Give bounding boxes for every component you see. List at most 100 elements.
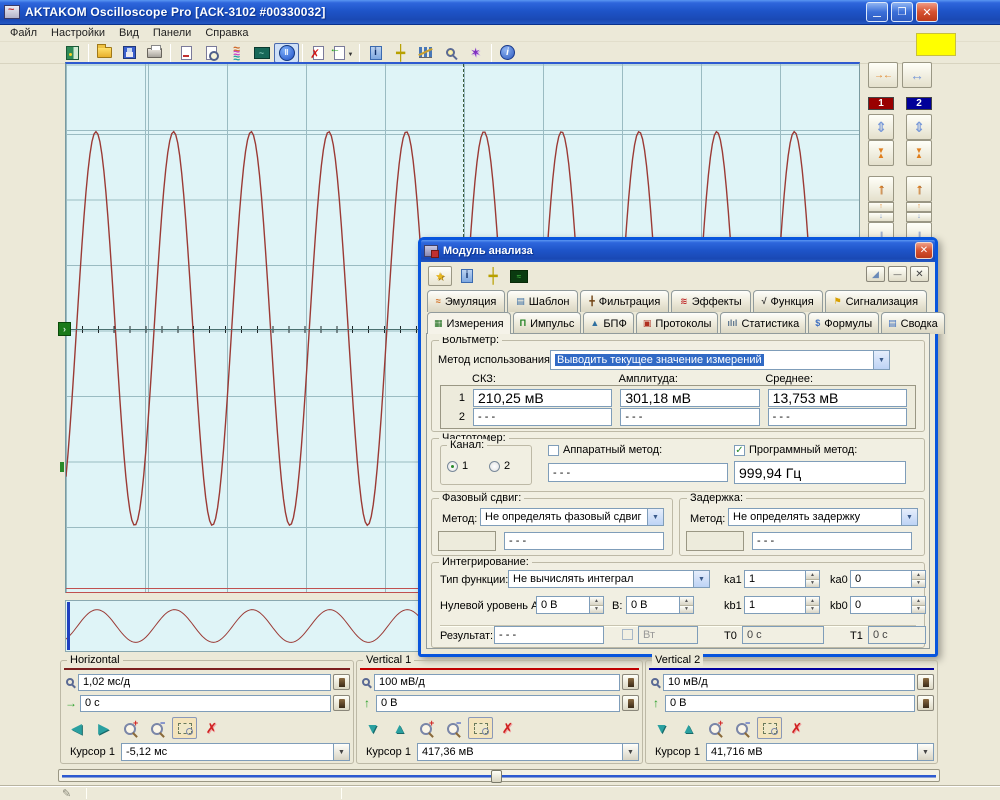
watt-checkbox[interactable] bbox=[622, 629, 633, 640]
wizard-button[interactable] bbox=[463, 43, 488, 63]
tab-formulas[interactable]: Формулы bbox=[808, 312, 879, 334]
delay-method-combobox[interactable]: Не определять задержку bbox=[728, 508, 918, 526]
exit-button[interactable] bbox=[60, 43, 85, 63]
ch1-step-down-button[interactable]: ↓ bbox=[868, 212, 894, 222]
spin-down-button[interactable] bbox=[590, 606, 603, 614]
zoom-in-button[interactable] bbox=[414, 717, 439, 739]
zero-b-spinner[interactable]: 0 В bbox=[626, 596, 694, 614]
offset-knob-button[interactable] bbox=[622, 695, 639, 711]
info-tool-button[interactable] bbox=[456, 266, 478, 286]
menu-panels[interactable]: Панели bbox=[146, 26, 198, 40]
clear-zoom-button[interactable] bbox=[784, 717, 809, 739]
time-offset-field[interactable]: 0 с bbox=[80, 695, 331, 712]
print-button[interactable] bbox=[142, 43, 167, 63]
tab-pulse[interactable]: Импульс bbox=[513, 312, 582, 334]
tab-statistics[interactable]: Статистика bbox=[720, 312, 806, 334]
spinner-value[interactable]: 0 bbox=[850, 570, 911, 588]
combo-dropdown-button[interactable] bbox=[917, 743, 934, 761]
ch2-v-expand-button[interactable] bbox=[906, 114, 932, 140]
zoom-window-button[interactable] bbox=[757, 717, 782, 739]
tab-alarm[interactable]: Сигнализация bbox=[825, 290, 927, 312]
pan-down-button[interactable] bbox=[360, 717, 385, 739]
menu-settings[interactable]: Настройки bbox=[44, 26, 112, 40]
spinner-value[interactable]: 0 В bbox=[626, 596, 679, 614]
clear-zoom-button[interactable] bbox=[495, 717, 520, 739]
spin-down-button[interactable] bbox=[912, 606, 925, 614]
zoom-in-button[interactable] bbox=[703, 717, 728, 739]
rms-value-field[interactable]: - - - bbox=[473, 408, 612, 426]
timebase-knob-button[interactable] bbox=[333, 674, 350, 690]
close-button[interactable] bbox=[916, 2, 938, 22]
clear-zoom-button[interactable] bbox=[199, 717, 224, 739]
menu-view[interactable]: Вид bbox=[112, 26, 146, 40]
spin-up-button[interactable] bbox=[912, 571, 925, 580]
dialog-close-button2[interactable] bbox=[910, 266, 929, 282]
software-freq-field[interactable]: 999,94 Гц bbox=[734, 461, 906, 484]
tab-template[interactable]: Шаблон bbox=[507, 290, 578, 312]
dropdown-arrow-icon[interactable] bbox=[345, 47, 354, 59]
pan-right-button[interactable] bbox=[91, 717, 116, 739]
software-method-checkbox[interactable]: Программный метод: bbox=[734, 444, 857, 456]
spin-up-button[interactable] bbox=[806, 597, 819, 606]
scale-knob-button[interactable] bbox=[917, 674, 934, 690]
ka1-spinner[interactable]: 1 bbox=[744, 570, 820, 588]
spin-up-button[interactable] bbox=[806, 571, 819, 580]
spin-down-button[interactable] bbox=[806, 606, 819, 614]
spinner-value[interactable]: 1 bbox=[744, 570, 805, 588]
cursor-combobox[interactable]: 417,36 мВ bbox=[417, 743, 639, 761]
tab-summary[interactable]: Сводка bbox=[881, 312, 945, 334]
zoom-out-button[interactable] bbox=[730, 717, 755, 739]
spinner-value[interactable]: 0 В bbox=[536, 596, 589, 614]
record-position-slider[interactable] bbox=[58, 769, 940, 782]
maximize-button[interactable] bbox=[891, 2, 913, 22]
phase-method-combobox[interactable]: Не определять фазовый сдвиг bbox=[480, 508, 664, 526]
scale-knob-button[interactable] bbox=[622, 674, 639, 690]
combo-dropdown-button[interactable] bbox=[901, 508, 918, 526]
ch1-v-compress-button[interactable] bbox=[868, 140, 894, 166]
zoom-out-button[interactable] bbox=[441, 717, 466, 739]
channel2-ground-marker[interactable] bbox=[60, 462, 64, 472]
channel1-ground-marker[interactable] bbox=[58, 322, 71, 336]
overview-position-marker[interactable] bbox=[67, 602, 70, 650]
ch1-step-up-button[interactable]: ↑ bbox=[868, 202, 894, 212]
ch2-step-up-button[interactable]: ↑ bbox=[906, 202, 932, 212]
dialog-minimize-button[interactable] bbox=[888, 266, 907, 282]
voltage-offset-field[interactable]: 0 В bbox=[665, 695, 915, 712]
preview-button[interactable] bbox=[199, 43, 224, 63]
measure-tools-button[interactable] bbox=[388, 43, 413, 63]
ch2-move-up-button[interactable] bbox=[906, 176, 932, 202]
zoom-window-button[interactable] bbox=[468, 717, 493, 739]
pause-button[interactable] bbox=[274, 43, 299, 63]
delay-value-field[interactable]: - - - bbox=[752, 532, 912, 550]
tab-protocols[interactable]: Протоколы bbox=[636, 312, 719, 334]
tab-function[interactable]: Функция bbox=[753, 290, 823, 312]
function-type-combobox[interactable]: Не вычислять интеграл bbox=[508, 570, 710, 588]
channel2-radio[interactable]: 2 bbox=[489, 460, 510, 472]
pan-down-button[interactable] bbox=[649, 717, 674, 739]
kb1-spinner[interactable]: 1 bbox=[744, 596, 820, 614]
copy-button[interactable] bbox=[174, 43, 199, 63]
save-button[interactable] bbox=[117, 43, 142, 63]
combo-dropdown-button[interactable] bbox=[622, 743, 639, 761]
slider-thumb[interactable] bbox=[491, 770, 502, 783]
offset-knob-button[interactable] bbox=[333, 695, 350, 711]
help-button[interactable] bbox=[495, 43, 520, 63]
tab-measurements[interactable]: Измерения bbox=[427, 312, 511, 334]
menu-file[interactable]: Файл bbox=[3, 26, 44, 40]
tab-filtering[interactable]: Фильтрация bbox=[580, 290, 669, 312]
zoom-window-button[interactable] bbox=[172, 717, 197, 739]
cursor-combobox[interactable]: 41,716 мВ bbox=[706, 743, 934, 761]
cursor-combobox[interactable]: -5,12 мс bbox=[121, 743, 350, 761]
average-value-field[interactable]: 13,753 мВ bbox=[768, 389, 907, 407]
display-button[interactable] bbox=[249, 43, 274, 63]
volts-per-div-field[interactable]: 100 мВ/д bbox=[374, 674, 620, 691]
waveforms-button[interactable] bbox=[224, 43, 249, 63]
offset-knob-button[interactable] bbox=[917, 695, 934, 711]
search-button[interactable] bbox=[438, 43, 463, 63]
spin-up-button[interactable] bbox=[590, 597, 603, 606]
combo-dropdown-button[interactable] bbox=[333, 743, 350, 761]
hardware-method-checkbox[interactable]: Аппаратный метод: bbox=[548, 444, 662, 456]
rms-value-field[interactable]: 210,25 мВ bbox=[473, 389, 612, 407]
channel1-radio[interactable]: 1 bbox=[447, 460, 468, 472]
spin-down-button[interactable] bbox=[680, 606, 693, 614]
